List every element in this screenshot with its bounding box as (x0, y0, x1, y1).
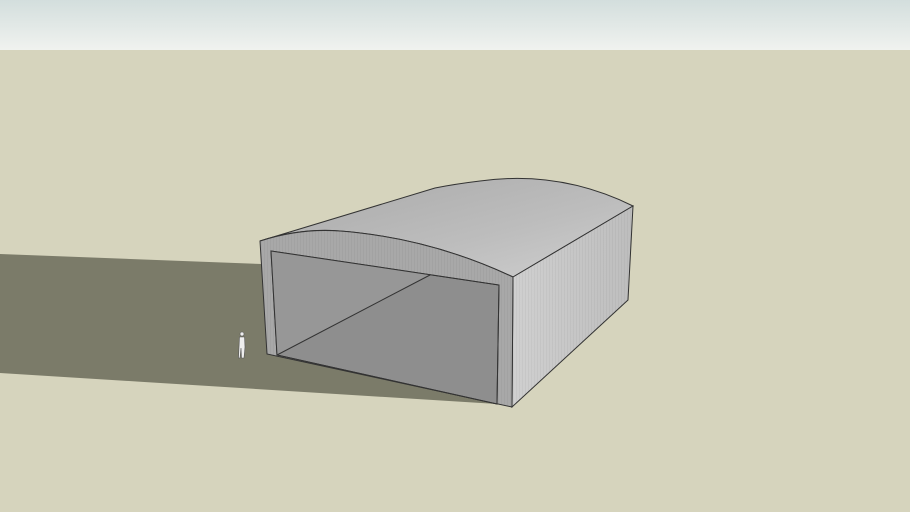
sky (0, 0, 910, 50)
3d-viewport[interactable] (0, 0, 910, 512)
